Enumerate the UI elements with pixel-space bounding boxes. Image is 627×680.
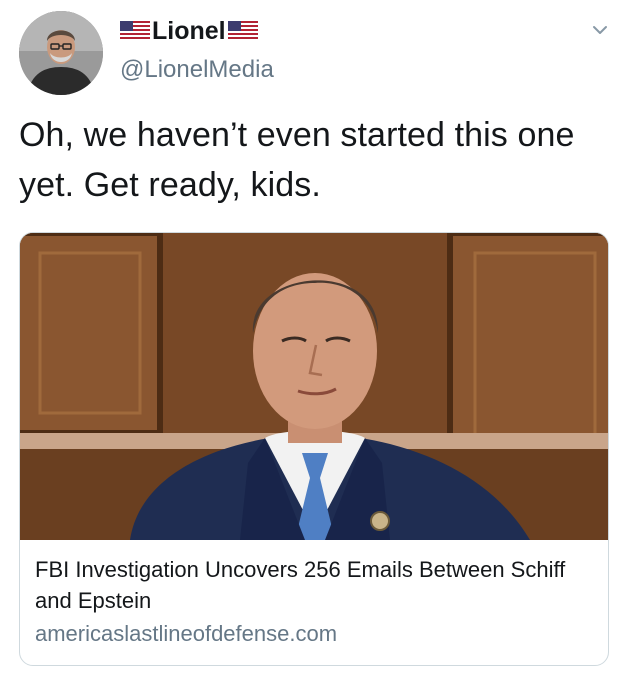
tweet: Lionel @LionelMedia Oh, we haven’t even … — [0, 0, 627, 680]
author-name-row[interactable]: Lionel — [120, 13, 258, 49]
card-domain: americaslastlineofdefense.com — [35, 621, 338, 646]
tweet-text: Oh, we haven’t even started this one yet… — [19, 116, 575, 204]
card-body: FBI Investigation Uncovers 256 Emails Be… — [20, 540, 608, 649]
author-display-name: Lionel — [152, 16, 226, 45]
link-card[interactable]: FBI Investigation Uncovers 256 Emails Be… — [19, 232, 609, 666]
author-handle[interactable]: @LionelMedia — [120, 56, 274, 84]
us-flag-icon — [227, 21, 258, 41]
card-title: FBI Investigation Uncovers 256 Emails Be… — [35, 557, 566, 613]
us-flag-icon — [120, 21, 150, 41]
profile-photo-icon — [19, 11, 103, 95]
chevron-down-icon[interactable] — [590, 22, 610, 38]
avatar[interactable] — [19, 11, 103, 95]
news-photo-icon — [20, 233, 608, 540]
